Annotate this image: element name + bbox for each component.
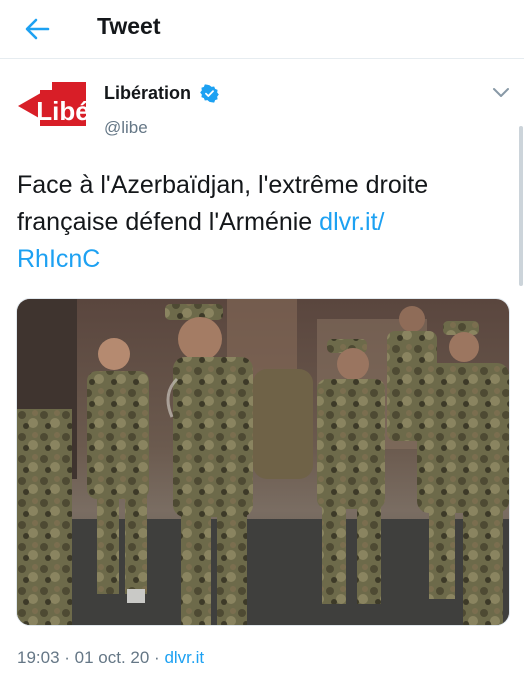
tweet-source-link[interactable]: dlvr.it xyxy=(164,648,204,667)
top-bar: Tweet xyxy=(0,0,524,59)
tweet-link-continuation[interactable]: RhIcnC xyxy=(17,245,100,273)
tweet-photo[interactable] xyxy=(16,298,510,626)
tweet-time: 19:03 xyxy=(17,648,60,667)
tweet-meta: 19:03 · 01 oct. 20 · dlvr.it xyxy=(17,648,204,668)
tweet-text: Face à l'Azerbaïdjan, l'extrême droite f… xyxy=(17,167,487,278)
back-arrow-icon[interactable] xyxy=(22,14,52,44)
user-handle[interactable]: @libe xyxy=(104,118,148,138)
verified-badge-icon xyxy=(200,84,219,103)
tweet-date: 01 oct. 20 xyxy=(74,648,150,667)
scrollbar[interactable] xyxy=(519,126,523,286)
tweet-text-line2: française défend l'Arménie xyxy=(17,208,320,236)
liberation-logo-avatar[interactable]: Libé xyxy=(16,80,92,136)
chevron-down-icon[interactable] xyxy=(492,86,510,100)
display-name[interactable]: Libération xyxy=(104,83,191,104)
page-title: Tweet xyxy=(97,13,161,39)
tweet-link[interactable]: dlvr.it/ xyxy=(319,208,384,236)
separator: · xyxy=(149,648,165,667)
soldiers-photo-image xyxy=(17,299,509,625)
separator: · xyxy=(59,648,75,667)
tweet-text-line1: Face à l'Azerbaïdjan, l'extrême droite xyxy=(17,171,429,199)
logo-text: Libé xyxy=(36,96,89,126)
